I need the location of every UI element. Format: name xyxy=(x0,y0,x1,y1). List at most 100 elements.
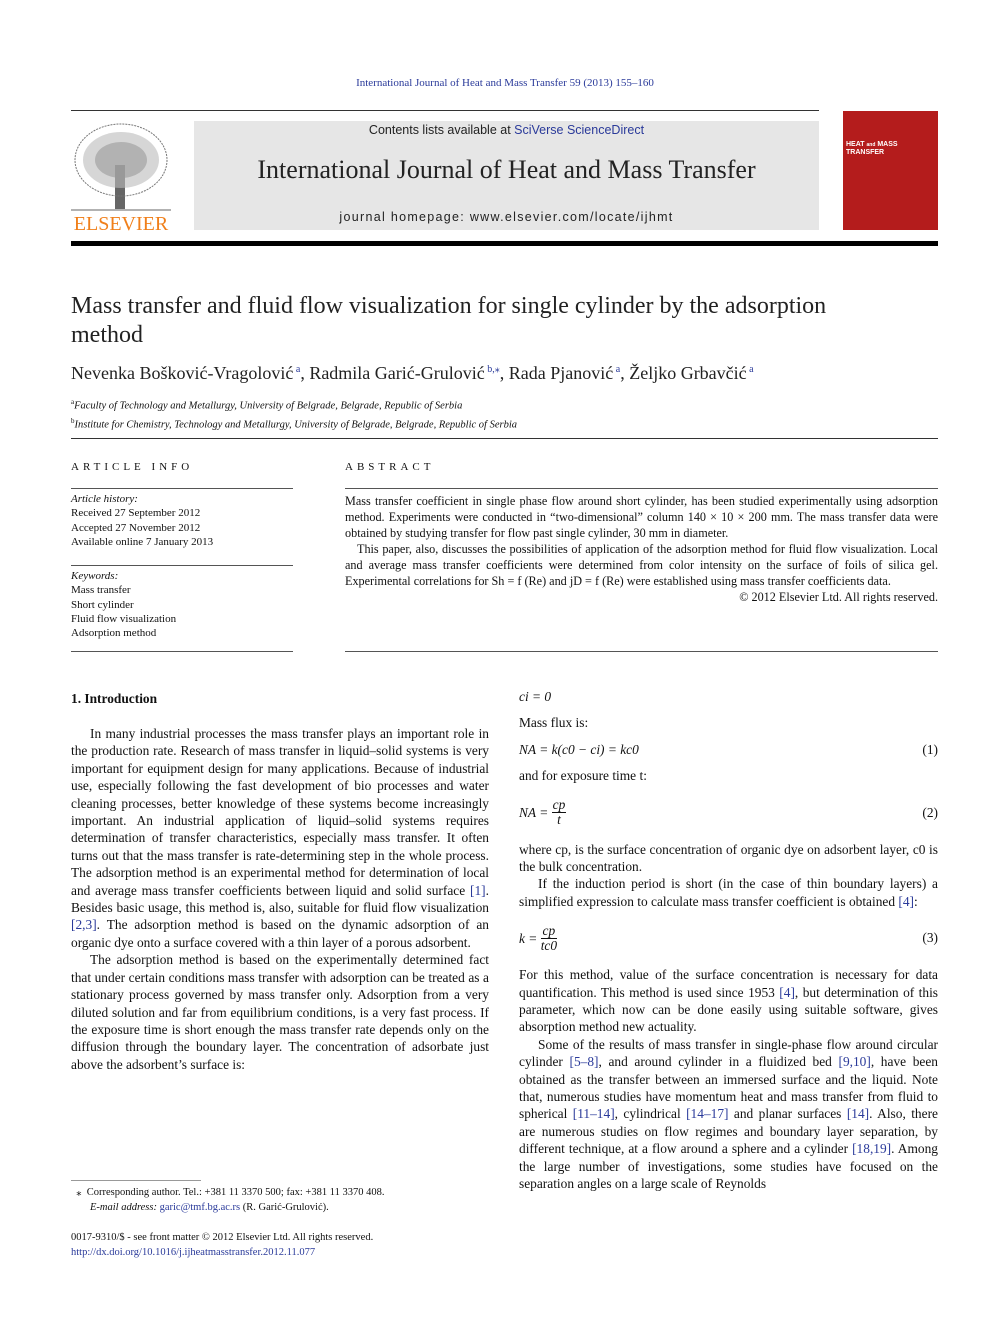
equation-number: (1) xyxy=(922,741,938,757)
citation-link[interactable]: [14] xyxy=(847,1106,869,1121)
abstract-paragraph: This paper, also, discusses the possibil… xyxy=(345,542,938,588)
author-list: Nevenka Bošković-Vragolović a, Radmila G… xyxy=(71,363,754,383)
equation-text: ci = 0 xyxy=(519,689,552,704)
equation-number: (2) xyxy=(922,804,938,820)
divider xyxy=(345,651,938,652)
keyword: Mass transfer xyxy=(71,584,131,597)
doi-link[interactable]: http://dx.doi.org/10.1016/j.ijheatmasstr… xyxy=(71,1247,315,1258)
citation-link[interactable]: [18,19] xyxy=(852,1141,891,1156)
tree-logo-icon: ELSEVIER xyxy=(71,123,171,235)
history-label: Article history: xyxy=(71,493,138,505)
elsevier-logo[interactable]: ELSEVIER xyxy=(71,120,171,235)
contents-line: Contents lists available at SciVerse Sci… xyxy=(194,123,819,137)
affiliation-marker[interactable]: a xyxy=(747,364,753,375)
numerator: cp xyxy=(551,797,567,814)
email-owner: (R. Garić-Grulović). xyxy=(240,1201,329,1213)
paragraph: In many industrial processes the mass tr… xyxy=(71,725,489,951)
citation-link[interactable]: [4] xyxy=(898,894,914,909)
right-column: ci = 0 Mass flux is: NA = k(c0 − ci) = k… xyxy=(519,688,938,1193)
journal-title: International Journal of Heat and Mass T… xyxy=(257,155,756,184)
journal-homepage[interactable]: journal homepage: www.elsevier.com/locat… xyxy=(194,210,819,224)
paragraph: Some of the results of mass transfer in … xyxy=(519,1036,938,1193)
article-title: Mass transfer and fluid flow visualizati… xyxy=(71,293,827,348)
elsevier-wordmark: ELSEVIER xyxy=(74,213,169,232)
text-line: Mass flux is: xyxy=(519,715,589,731)
paragraph: If the induction period is short (in the… xyxy=(519,875,938,910)
abstract-body: Mass transfer coefficient in single phas… xyxy=(345,493,938,605)
affiliations: aFaculty of Technology and Metallurgy, U… xyxy=(71,395,517,432)
sciencedirect-link[interactable]: SciVerse ScienceDirect xyxy=(514,123,644,137)
affiliation-marker[interactable]: a xyxy=(613,364,620,375)
author-name[interactable]: Željko Grbavčić xyxy=(629,363,746,383)
divider xyxy=(71,110,819,111)
text-run: In many industrial processes the mass tr… xyxy=(71,726,489,898)
author-name[interactable]: Rada Pjanović xyxy=(509,363,613,383)
keyword: Adsorption method xyxy=(71,627,157,640)
divider xyxy=(71,565,293,566)
citation-link[interactable]: [5–8] xyxy=(570,1054,599,1069)
text-run: where cp, is the surface concentration o… xyxy=(519,841,938,874)
equation-number: (3) xyxy=(922,930,938,946)
issn-line: 0017-9310/$ - see front matter © 2012 El… xyxy=(71,1232,374,1243)
denominator: tc0 xyxy=(540,937,558,953)
affiliation: bInstitute for Chemistry, Technology and… xyxy=(71,414,517,433)
journal-banner: Contents lists available at SciVerse Sci… xyxy=(194,121,819,230)
text-run: The adsorption method is based on the ex… xyxy=(71,952,489,1072)
numerator: cp xyxy=(540,922,558,939)
equation: ci = 0 xyxy=(519,688,938,705)
keywords: Keywords: Mass transfer Short cylinder F… xyxy=(71,569,176,640)
citation-link[interactable]: [14–17] xyxy=(686,1106,728,1121)
text-run: If the induction period is short (in the… xyxy=(519,876,938,909)
text-run: . The adsorption method is based on the … xyxy=(71,917,489,950)
copyright: © 2012 Elsevier Ltd. All rights reserved… xyxy=(739,590,938,604)
bottom-info: 0017-9310/$ - see front matter © 2012 El… xyxy=(71,1231,373,1260)
contents-text: Contents lists available at xyxy=(368,123,515,137)
divider xyxy=(71,488,293,489)
running-head[interactable]: International Journal of Heat and Mass T… xyxy=(0,77,992,89)
footnote-mark: ⁎ xyxy=(76,1187,82,1198)
equation-text: NA = k(c0 − ci) = kc0 xyxy=(519,741,639,757)
affiliation-marker[interactable]: a xyxy=(293,364,300,375)
citation-link[interactable]: [4] xyxy=(779,985,795,1000)
divider xyxy=(71,241,938,246)
abstract-heading: ABSTRACT xyxy=(345,461,435,473)
history-item: Accepted 27 November 2012 xyxy=(71,521,201,534)
left-column: In many industrial processes the mass tr… xyxy=(71,725,489,1073)
affiliation-marker[interactable]: b,⁎ xyxy=(485,364,500,375)
equation-1: NA = k(c0 − ci) = kc0 (1) xyxy=(519,741,938,758)
text-run: : xyxy=(914,893,918,909)
citation-link[interactable]: [9,10] xyxy=(838,1054,870,1069)
keyword: Fluid flow visualization xyxy=(71,612,177,625)
keywords-label: Keywords: xyxy=(71,570,119,582)
paragraph: where cp, is the surface concentration o… xyxy=(519,841,938,876)
history-item: Received 27 September 2012 xyxy=(71,507,201,520)
equation-text: k = xyxy=(519,930,538,946)
section-heading: 1. Introduction xyxy=(71,691,158,706)
email-label: E-mail address: xyxy=(90,1201,160,1213)
text-run: , cylindrical xyxy=(614,1106,687,1122)
journal-citation-link[interactable]: International Journal of Heat and Mass T… xyxy=(356,77,654,89)
article-info-heading: ARTICLE INFO xyxy=(71,461,194,473)
article-history: Article history: Received 27 September 2… xyxy=(71,492,213,549)
author-name[interactable]: Radmila Garić-Grulović xyxy=(309,363,484,383)
author-name[interactable]: Nevenka Bošković-Vragolović xyxy=(71,363,293,383)
abstract-paragraph: Mass transfer coefficient in single phas… xyxy=(345,494,938,540)
divider xyxy=(71,651,293,652)
citation-link[interactable]: [11–14] xyxy=(573,1106,615,1121)
affiliation: aFaculty of Technology and Metallurgy, U… xyxy=(71,395,517,414)
equation-text: NA = xyxy=(519,804,549,820)
email-link[interactable]: garic@tmf.bg.ac.rs xyxy=(160,1202,241,1213)
divider xyxy=(71,438,938,439)
cover-title: HEAT and MASS TRANSFER xyxy=(846,141,898,156)
footnote: ⁎ Corresponding author. Tel.: +381 11 33… xyxy=(71,1186,384,1215)
text-line: and for exposure time t: xyxy=(519,768,647,784)
journal-cover-image[interactable]: HEAT and MASS TRANSFER xyxy=(843,111,938,230)
denominator: t xyxy=(557,812,561,828)
citation-link[interactable]: [1] xyxy=(470,883,486,898)
affiliation-text: Faculty of Technology and Metallurgy, Un… xyxy=(74,400,463,412)
affiliation-text: Institute for Chemistry, Technology and … xyxy=(74,419,518,430)
equation-3: k = cp tc0 (3) xyxy=(519,919,938,957)
citation-link[interactable]: [2,3] xyxy=(71,917,97,932)
history-item: Available online 7 January 2013 xyxy=(71,535,214,548)
divider xyxy=(345,488,938,489)
